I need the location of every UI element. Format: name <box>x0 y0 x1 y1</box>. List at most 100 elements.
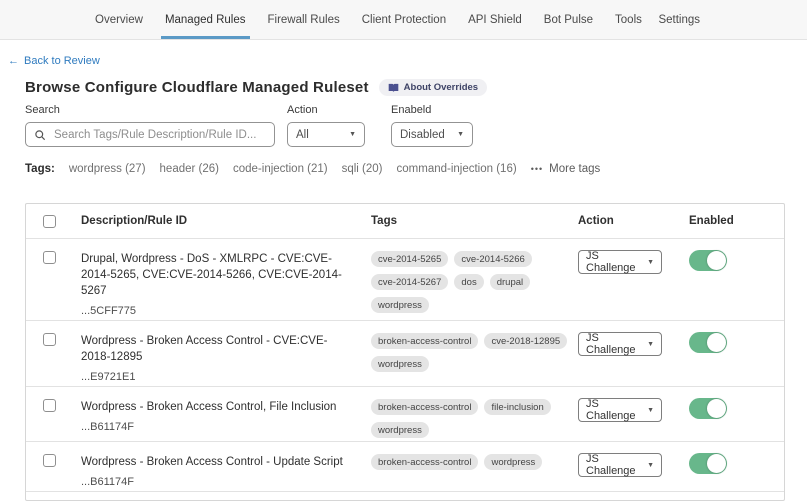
table-header-row: Description/Rule ID Tags Action Enabled <box>26 204 784 238</box>
tag-pill: drupal <box>490 274 530 290</box>
tab-bot-pulse[interactable]: Bot Pulse <box>544 0 593 39</box>
tag-pill: broken-access-control <box>371 454 478 470</box>
tag-pill-list: broken-access-control wordpress <box>371 451 578 470</box>
chevron-down-icon: ▼ <box>349 131 356 138</box>
enabled-toggle[interactable] <box>689 250 727 271</box>
row-action-select[interactable]: JS Challenge ▼ <box>578 250 662 274</box>
select-all-checkbox[interactable] <box>43 215 56 228</box>
tag-pill: broken-access-control <box>371 333 478 349</box>
rule-description: Wordpress - Broken Access Control, File … <box>81 396 353 415</box>
chevron-down-icon: ▼ <box>647 341 654 348</box>
tab-managed-rules[interactable]: Managed Rules <box>165 0 246 39</box>
search-box[interactable] <box>25 122 275 147</box>
search-icon <box>34 129 46 141</box>
tab-overview[interactable]: Overview <box>95 0 143 39</box>
table-row: Wordpress - Broken Access Control - CVE:… <box>26 320 784 386</box>
tag-pill: cve-2014-5267 <box>371 274 448 290</box>
chevron-down-icon: ▼ <box>647 407 654 414</box>
row-action-select[interactable]: JS Challenge ▼ <box>578 332 662 356</box>
rule-description: Wordpress - Broken Access Control - Upda… <box>81 451 353 470</box>
col-header-description: Description/Rule ID <box>81 215 371 227</box>
tag-pill: wordpress <box>371 422 429 438</box>
action-filter-value: All <box>296 129 309 141</box>
enabled-filter-value: Disabled <box>400 129 445 141</box>
tag-filter-item[interactable]: sqli (20) <box>342 163 383 175</box>
tab-settings[interactable]: Settings <box>658 0 700 39</box>
nav-tabs: Overview Managed Rules Firewall Rules Clien… <box>95 0 642 39</box>
action-filter-select[interactable]: All ▼ <box>287 122 365 147</box>
table-row-partial <box>26 491 784 500</box>
ellipsis-icon: ••• <box>531 164 543 174</box>
tag-pill: cve-2018-12895 <box>484 333 567 349</box>
action-filter-group: Action All ▼ <box>287 104 365 147</box>
tab-api-shield[interactable]: API Shield <box>468 0 522 39</box>
tag-filter-item[interactable]: command-injection (16) <box>397 163 517 175</box>
rule-id: ...B61174F <box>81 421 353 433</box>
about-overrides-label: About Overrides <box>404 82 478 93</box>
tag-pill: wordpress <box>371 356 429 372</box>
row-checkbox[interactable] <box>43 251 56 264</box>
tag-pill: dos <box>454 274 483 290</box>
table-row: Drupal, Wordpress - DoS - XMLRPC - CVE:C… <box>26 238 784 320</box>
top-nav: Overview Managed Rules Firewall Rules Clien… <box>0 0 807 40</box>
more-tags-button[interactable]: ••• More tags <box>531 163 601 175</box>
row-action-value: JS Challenge <box>586 398 641 422</box>
rules-table: Description/Rule ID Tags Action Enabled … <box>25 203 785 501</box>
table-body: Drupal, Wordpress - DoS - XMLRPC - CVE:C… <box>26 238 784 500</box>
row-checkbox[interactable] <box>43 399 56 412</box>
chevron-down-icon: ▼ <box>647 462 654 469</box>
filter-bar: Search Action All ▼ Enabeld Disabled ▼ <box>25 104 785 147</box>
back-link[interactable]: ← Back to Review <box>8 55 100 67</box>
rule-description: Drupal, Wordpress - DoS - XMLRPC - CVE:C… <box>81 248 353 299</box>
tag-pill: wordpress <box>484 454 542 470</box>
row-checkbox[interactable] <box>43 333 56 346</box>
row-action-select[interactable]: JS Challenge ▼ <box>578 398 662 422</box>
row-action-value: JS Challenge <box>586 453 641 477</box>
tag-pill: wordpress <box>371 297 429 313</box>
col-header-enabled: Enabled <box>689 215 784 227</box>
enabled-filter-label: Enabeld <box>391 104 473 116</box>
tag-filter-item[interactable]: code-injection (21) <box>233 163 328 175</box>
tags-bar: Tags: wordpress (27)header (26)code-inje… <box>25 163 785 175</box>
tag-pill: file-inclusion <box>484 399 550 415</box>
tag-pill-list: broken-access-control file-inclusion wordp… <box>371 396 578 438</box>
row-checkbox[interactable] <box>43 454 56 467</box>
tag-filter-item[interactable]: header (26) <box>160 163 219 175</box>
search-label: Search <box>25 104 275 116</box>
about-overrides-badge[interactable]: About Overrides <box>379 79 487 96</box>
chevron-down-icon: ▼ <box>647 259 654 266</box>
search-input[interactable] <box>52 128 266 142</box>
tag-filter-item[interactable]: wordpress (27) <box>69 163 146 175</box>
book-icon <box>388 83 399 93</box>
enabled-toggle[interactable] <box>689 453 727 474</box>
enabled-toggle[interactable] <box>689 332 727 353</box>
tag-pill: cve-2014-5266 <box>454 251 531 267</box>
rule-description: Wordpress - Broken Access Control - CVE:… <box>81 330 353 365</box>
rule-id: ...B61174F <box>81 476 353 488</box>
rule-id: ...5CFF775 <box>81 305 353 317</box>
enabled-filter-group: Enabeld Disabled ▼ <box>391 104 473 147</box>
tab-client-protection[interactable]: Client Protection <box>362 0 446 39</box>
tab-firewall-rules[interactable]: Firewall Rules <box>268 0 340 39</box>
tag-pill: broken-access-control <box>371 399 478 415</box>
tag-pill-list: cve-2014-5265 cve-2014-5266 cve-2014-5267 d… <box>371 248 578 313</box>
more-tags-label: More tags <box>549 163 600 175</box>
tag-pill: cve-2014-5265 <box>371 251 448 267</box>
search-group: Search <box>25 104 275 147</box>
tag-pill-list: broken-access-control cve-2018-12895 wordp… <box>371 330 578 372</box>
main-content: Browse Configure Cloudflare Managed Rule… <box>0 79 807 501</box>
table-row: Wordpress - Broken Access Control, File … <box>26 386 784 441</box>
tab-tools[interactable]: Tools <box>615 0 642 39</box>
page-title: Browse Configure Cloudflare Managed Rule… <box>25 79 369 96</box>
chevron-down-icon: ▼ <box>457 131 464 138</box>
enabled-filter-select[interactable]: Disabled ▼ <box>391 122 473 147</box>
row-action-value: JS Challenge <box>586 250 641 274</box>
action-filter-label: Action <box>287 104 365 116</box>
enabled-toggle[interactable] <box>689 398 727 419</box>
table-row: Wordpress - Broken Access Control - Upda… <box>26 441 784 491</box>
arrow-left-icon: ← <box>8 55 19 67</box>
row-action-select[interactable]: JS Challenge ▼ <box>578 453 662 477</box>
back-link-label: Back to Review <box>24 55 100 67</box>
tag-filter-list: wordpress (27) header (26) code-injection … <box>69 163 517 175</box>
row-action-value: JS Challenge <box>586 332 641 356</box>
